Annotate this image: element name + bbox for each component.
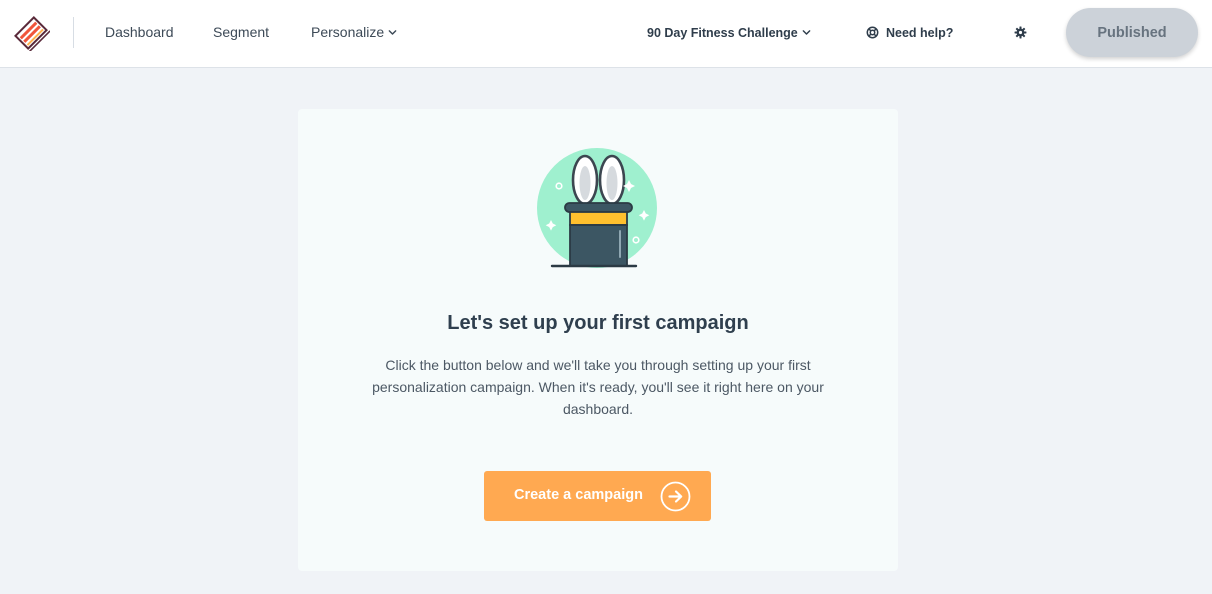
arrow-right-circle-icon — [660, 481, 691, 512]
magic-hat-rabbit-illustration — [537, 148, 657, 268]
chevron-down-icon — [388, 29, 397, 35]
chevron-down-icon — [802, 30, 811, 35]
project-selector[interactable]: 90 Day Fitness Challenge — [647, 24, 811, 42]
help-link[interactable]: Need help? — [866, 24, 953, 42]
create-campaign-button[interactable]: Create a campaign — [484, 471, 711, 521]
nav-personalize[interactable]: Personalize — [311, 23, 397, 41]
top-navigation-bar: Dashboard Segment Personalize 90 Day Fit… — [0, 0, 1212, 68]
brand-logo[interactable] — [12, 15, 50, 51]
published-button[interactable]: Published — [1066, 8, 1198, 57]
empty-state-description: Click the button below and we'll take yo… — [372, 357, 824, 417]
help-label: Need help? — [886, 26, 954, 40]
gear-icon[interactable] — [1014, 26, 1027, 39]
nav-segment[interactable]: Segment — [213, 23, 269, 41]
create-campaign-label: Create a campaign — [514, 487, 643, 503]
project-name: 90 Day Fitness Challenge — [647, 26, 798, 40]
nav-divider — [73, 17, 74, 48]
lifebuoy-icon — [866, 26, 879, 39]
nav-dashboard[interactable]: Dashboard — [105, 23, 174, 41]
nav-personalize-label: Personalize — [311, 24, 385, 40]
empty-state-title: Let's set up your first campaign — [447, 312, 749, 334]
empty-state-card: Let's set up your first campaign Click t… — [298, 109, 898, 571]
